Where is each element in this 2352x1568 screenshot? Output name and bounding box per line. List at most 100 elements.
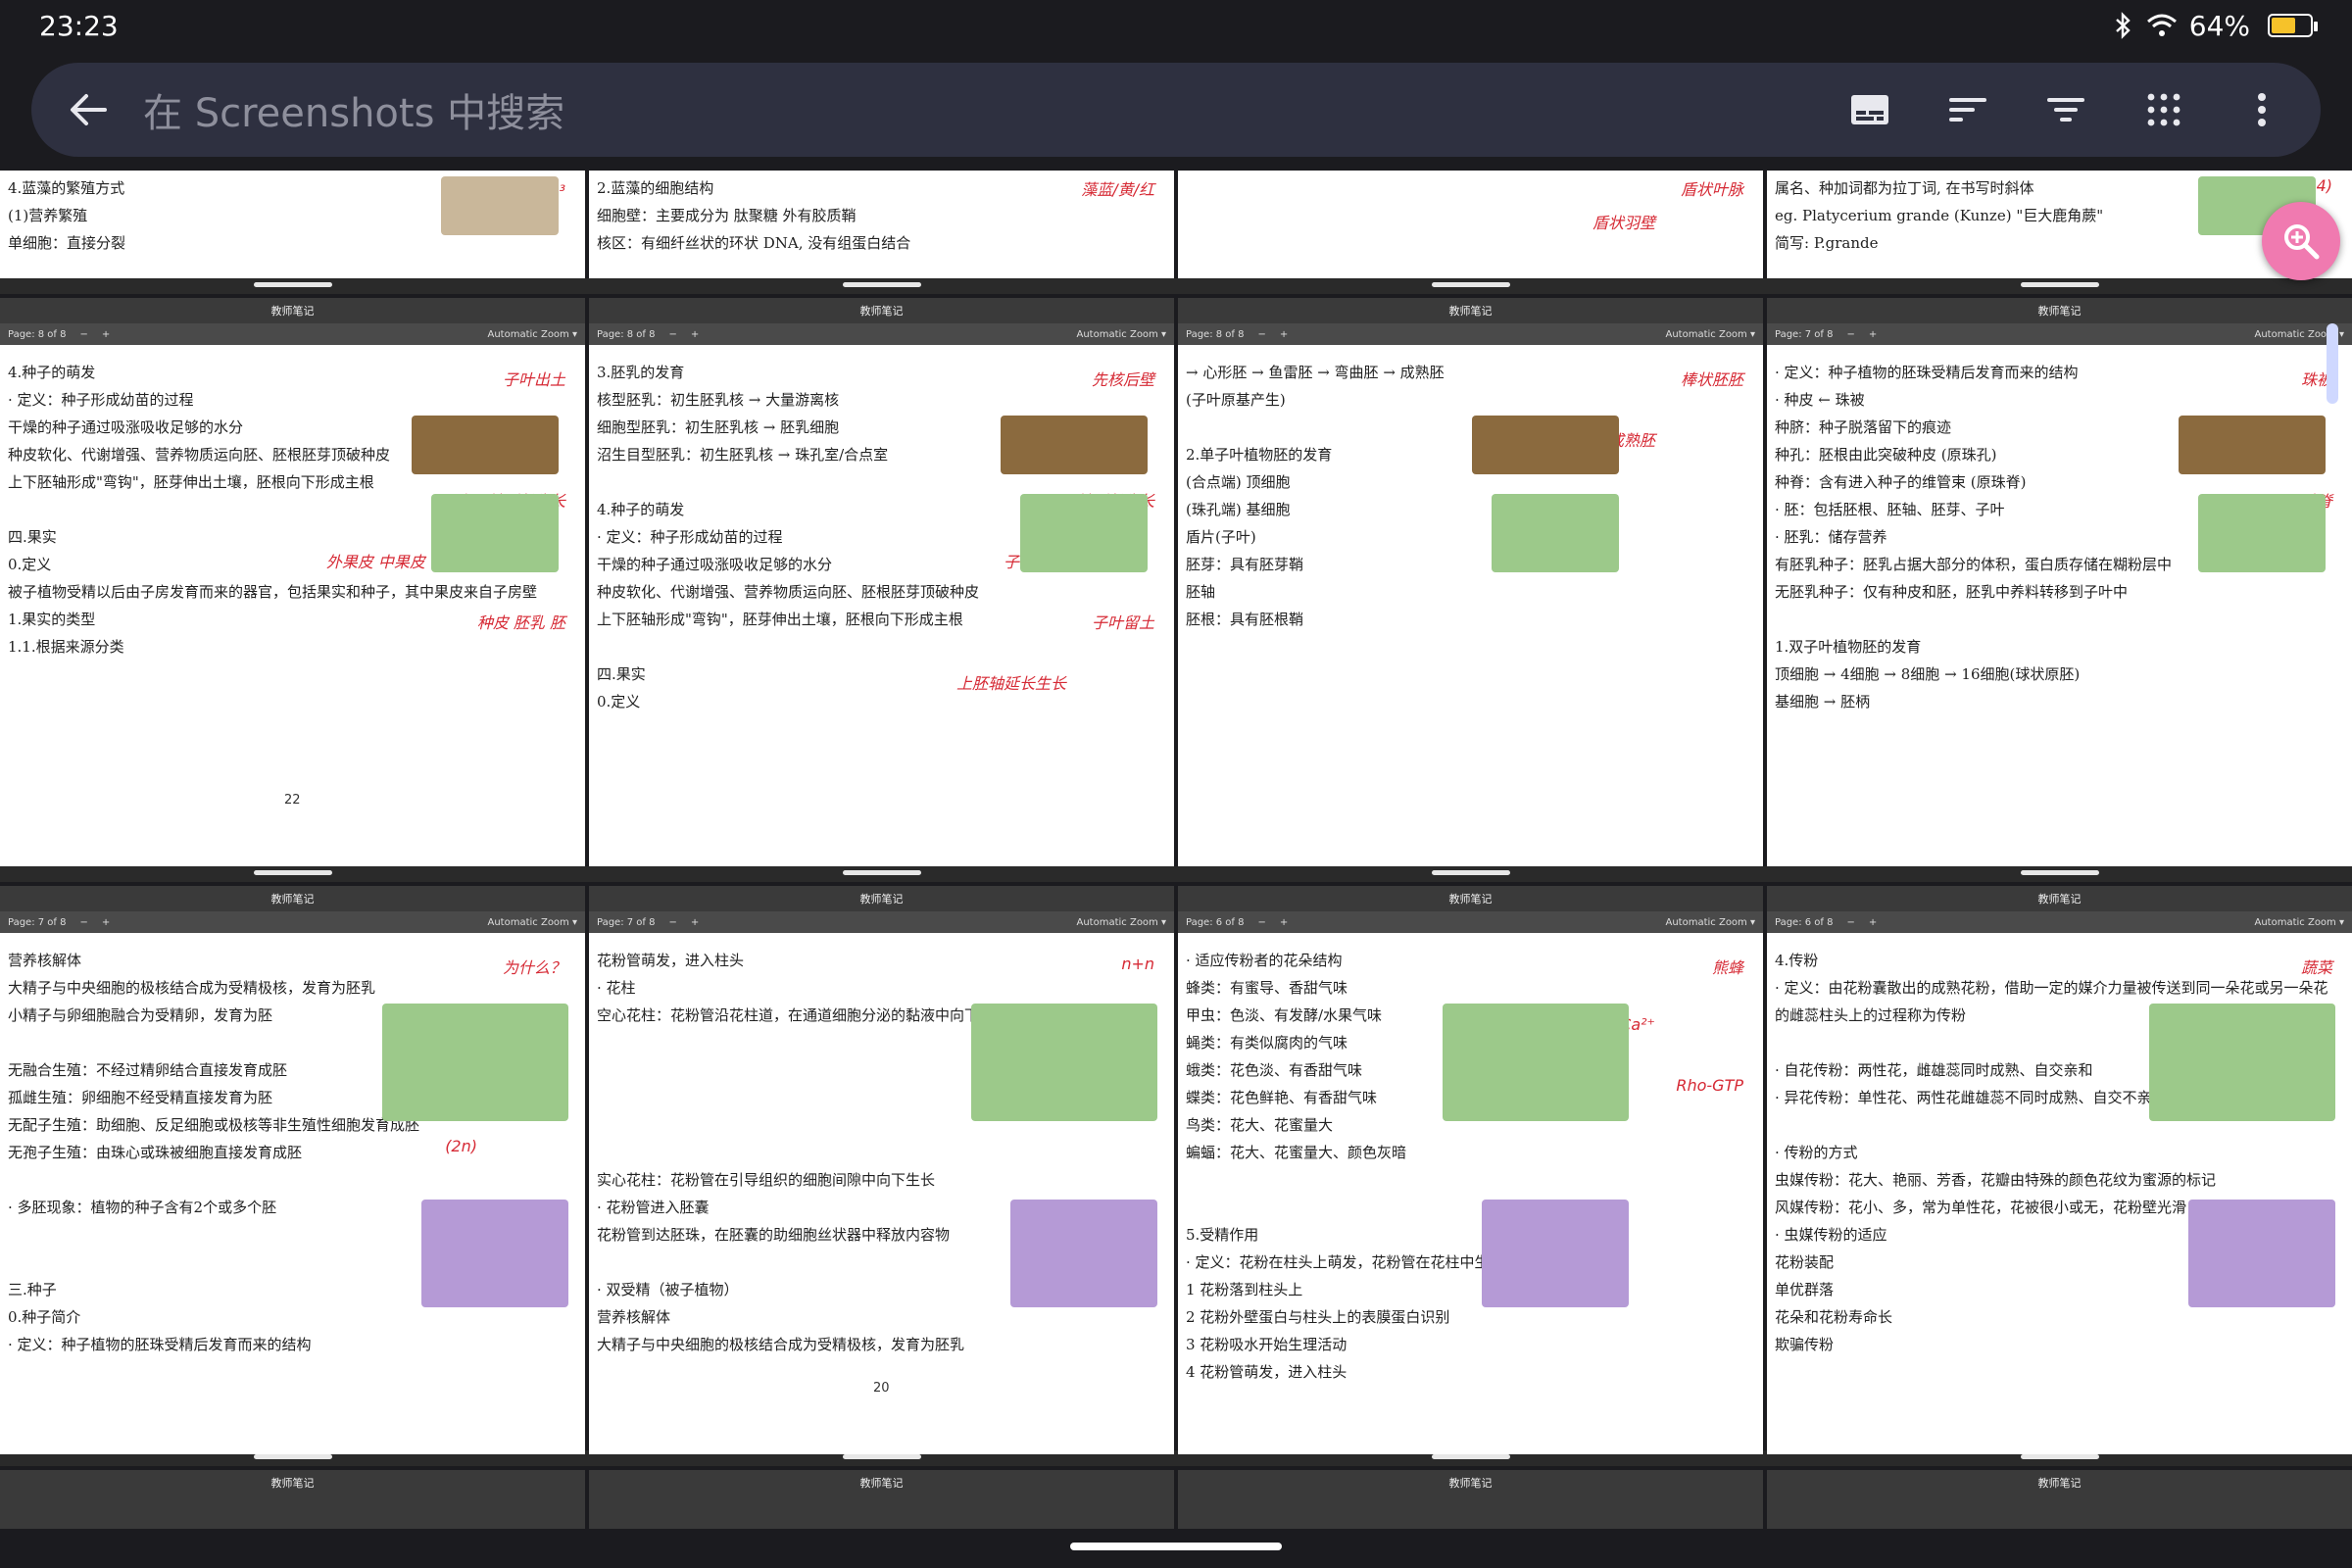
note-line: 1.双子叶植物胚的发育 (1775, 638, 1922, 656)
screenshot-thumbnail[interactable]: 教师笔记 (1178, 1470, 1763, 1529)
note-line (597, 1139, 1166, 1166)
note-line: 营养核解体 (8, 952, 82, 969)
note-line: · 定义：种子植物的胚珠受精后发育而来的结构 (1775, 364, 2079, 381)
search-input[interactable]: 在 Screenshots 中搜索 (143, 81, 1846, 138)
note-line: · 传粉的方式 (1775, 1144, 1858, 1161)
clock: 23:23 (39, 9, 119, 42)
screenshot-thumbnail[interactable]: 教师笔记 Page: 6 of 8− + Automatic Zoom ▾ 4.传粉 · … (1767, 886, 2352, 1454)
note-line: 1 花粉落到柱头上 (1186, 1281, 1303, 1298)
page-handle[interactable] (843, 870, 921, 875)
page-number: 20 (873, 1381, 890, 1396)
screenshot-thumbnail[interactable]: 教师笔记 Page: 8 of 8− + Automatic Zoom ▾ 3.胚乳的发… (589, 298, 1174, 866)
page-handle[interactable] (2021, 282, 2099, 287)
doc-header: 教师笔记 (1178, 1470, 1763, 1495)
page-handle[interactable] (254, 870, 332, 875)
screenshot-thumbnail[interactable]: 教师笔记 Page: 6 of 8− + Automatic Zoom ▾ · 适应传粉… (1178, 886, 1763, 1454)
screenshot-row: 教师笔记 教师笔记 教师笔记 教师笔记 (0, 1470, 2352, 1529)
zoom-out-icon: − (668, 328, 677, 340)
pdf-toolbar: Page: 6 of 8− + Automatic Zoom ▾ (1178, 911, 1763, 933)
note-line: · 适应传粉者的花朵结构 (1186, 952, 1343, 969)
screenshot-thumbnail[interactable]: 教师笔记 Page: 8 of 8− + Automatic Zoom ▾ 4.种子的萌… (0, 298, 585, 866)
note-line: 花粉管萌发，进入柱头 (597, 952, 745, 969)
doc-header: 教师笔记 (1767, 886, 2352, 911)
zoom-plus-icon: + (1279, 916, 1289, 928)
zoom-select: Automatic Zoom ▾ (1665, 916, 1756, 928)
page-handle[interactable] (254, 282, 332, 287)
handwritten-note: 棒状胚胚 (1680, 370, 1743, 389)
figure-image (2198, 494, 2326, 572)
screenshot-thumbnail[interactable]: 教师笔记 Page: 8 of 8− + Automatic Zoom ▾ → 心形胚 … (1178, 298, 1763, 866)
zoom-out-icon: − (1257, 916, 1266, 928)
zoom-select: Automatic Zoom ▾ (487, 328, 578, 340)
figure-image (412, 416, 559, 474)
zoom-plus-icon: + (690, 916, 700, 928)
note-line: (合点端) 顶细胞 (1186, 473, 1291, 491)
screenshot-thumbnail[interactable]: 4.蓝藻的繁殖方式(1)营养繁殖单细胞：直接分裂N₂ → NH₃ (0, 171, 585, 278)
search-bar: 在 Screenshots 中搜索 (31, 63, 2321, 157)
note-line: 基细胞 → 胚柄 (1775, 693, 1871, 710)
screenshot-thumbnail[interactable]: 盾状叶脉 盾状羽壁 (1178, 171, 1763, 278)
filter-button[interactable] (2042, 86, 2089, 133)
page-handle[interactable] (2021, 870, 2099, 875)
handwritten-note: 蔬菜 (2300, 958, 2332, 977)
note-line: 5.受精作用 (1186, 1226, 1259, 1244)
scrollbar-thumb[interactable] (2327, 323, 2338, 404)
toolbar-actions (1846, 86, 2285, 133)
page-handle[interactable] (1432, 1454, 1510, 1459)
page-handle[interactable] (1432, 282, 1510, 287)
status-icons: 64% (2113, 9, 2318, 42)
handwritten-note: 盾状羽壁 (1592, 214, 1655, 232)
zoom-plus-icon: + (101, 328, 111, 340)
figure-image (2179, 416, 2326, 474)
figure-image (1010, 1200, 1157, 1307)
note-line: 核区：有细纤丝状的环状 DNA, 没有组蛋白结合 (597, 234, 911, 252)
doc-header: 教师笔记 (1178, 298, 1763, 323)
note-line: · 定义：种子形成幼苗的过程 (8, 391, 194, 409)
screenshot-thumbnail[interactable]: 教师笔记 (0, 1470, 585, 1529)
battery-percent: 64% (2188, 9, 2250, 42)
note-line: 无胚乳种子：仅有种皮和胚，胚乳中养料转移到子叶中 (1775, 583, 2129, 601)
zoom-button[interactable] (2262, 202, 2340, 280)
pdf-toolbar: Page: 8 of 8− + Automatic Zoom ▾ (589, 323, 1174, 345)
status-bar: 23:23 64% (0, 0, 2352, 51)
doc-header: 教师笔记 (589, 886, 1174, 911)
screenshot-thumbnail[interactable]: 教师笔记 (589, 1470, 1174, 1529)
screenshot-thumbnail[interactable]: 2.蓝藻的细胞结构 细胞壁：主要成分为 肽聚糖 外有胶质鞘 核区：有细纤丝状的环状 … (589, 171, 1174, 278)
page-handle[interactable] (254, 1454, 332, 1459)
pdf-toolbar: Page: 7 of 8− + Automatic Zoom ▾ (1767, 323, 2352, 345)
note-line: 花朵和花粉寿命长 (1775, 1308, 1893, 1326)
screenshot-thumbnail[interactable]: 教师笔记 Page: 7 of 8− + Automatic Zoom ▾ 营养核解体大… (0, 886, 585, 1454)
page-handle[interactable] (843, 1454, 921, 1459)
page-handle[interactable] (1432, 870, 1510, 875)
note-line: · 花柱 (597, 979, 636, 997)
zoom-out-icon: − (79, 328, 88, 340)
back-button[interactable] (61, 82, 116, 137)
subtitles-button[interactable] (1846, 86, 1893, 133)
screenshot-row: 教师笔记 Page: 8 of 8− + Automatic Zoom ▾ 4.种子的萌… (0, 298, 2352, 866)
note-line: 1.1.根据来源分类 (8, 638, 124, 656)
handwritten-note: 为什么？ (502, 958, 565, 977)
note-body (1178, 171, 1763, 188)
note-line: 胚芽：具有胚芽鞘 (1186, 556, 1304, 573)
page-handle[interactable] (843, 282, 921, 287)
note-line: (珠孔端) 基细胞 (1186, 501, 1291, 518)
doc-header: 教师笔记 (1767, 298, 2352, 323)
page-handle[interactable] (2021, 1454, 2099, 1459)
note-line: 2.单子叶植物胚的发育 (1186, 446, 1333, 464)
more-options-button[interactable] (2238, 86, 2285, 133)
handwritten-note: (2n) (445, 1137, 477, 1155)
doc-header: 教师笔记 (589, 1470, 1174, 1495)
screenshot-thumbnail[interactable]: 教师笔记 Page: 7 of 8− + Automatic Zoom ▾ 花粉管萌发，… (589, 886, 1174, 1454)
doc-header: 教师笔记 (0, 886, 585, 911)
note-line: 种皮软化、代谢增强、营养物质运向胚、胚根胚芽顶破种皮 (597, 583, 980, 601)
note-line: 4 花粉管萌发，进入柱头 (1186, 1363, 1348, 1381)
figure-image (1482, 1200, 1629, 1307)
note-line: 胚根：具有胚根鞘 (1186, 611, 1304, 628)
screenshot-thumbnail[interactable]: 教师笔记 (1767, 1470, 2352, 1529)
gesture-handle[interactable] (1070, 1543, 1282, 1550)
screenshot-thumbnail[interactable]: 教师笔记 Page: 7 of 8− + Automatic Zoom ▾ · 定义：种… (1767, 298, 2352, 866)
figure-image (1472, 416, 1619, 474)
sort-button[interactable] (1944, 86, 1991, 133)
grid-view-button[interactable] (2140, 86, 2187, 133)
figure-image (1001, 416, 1148, 474)
